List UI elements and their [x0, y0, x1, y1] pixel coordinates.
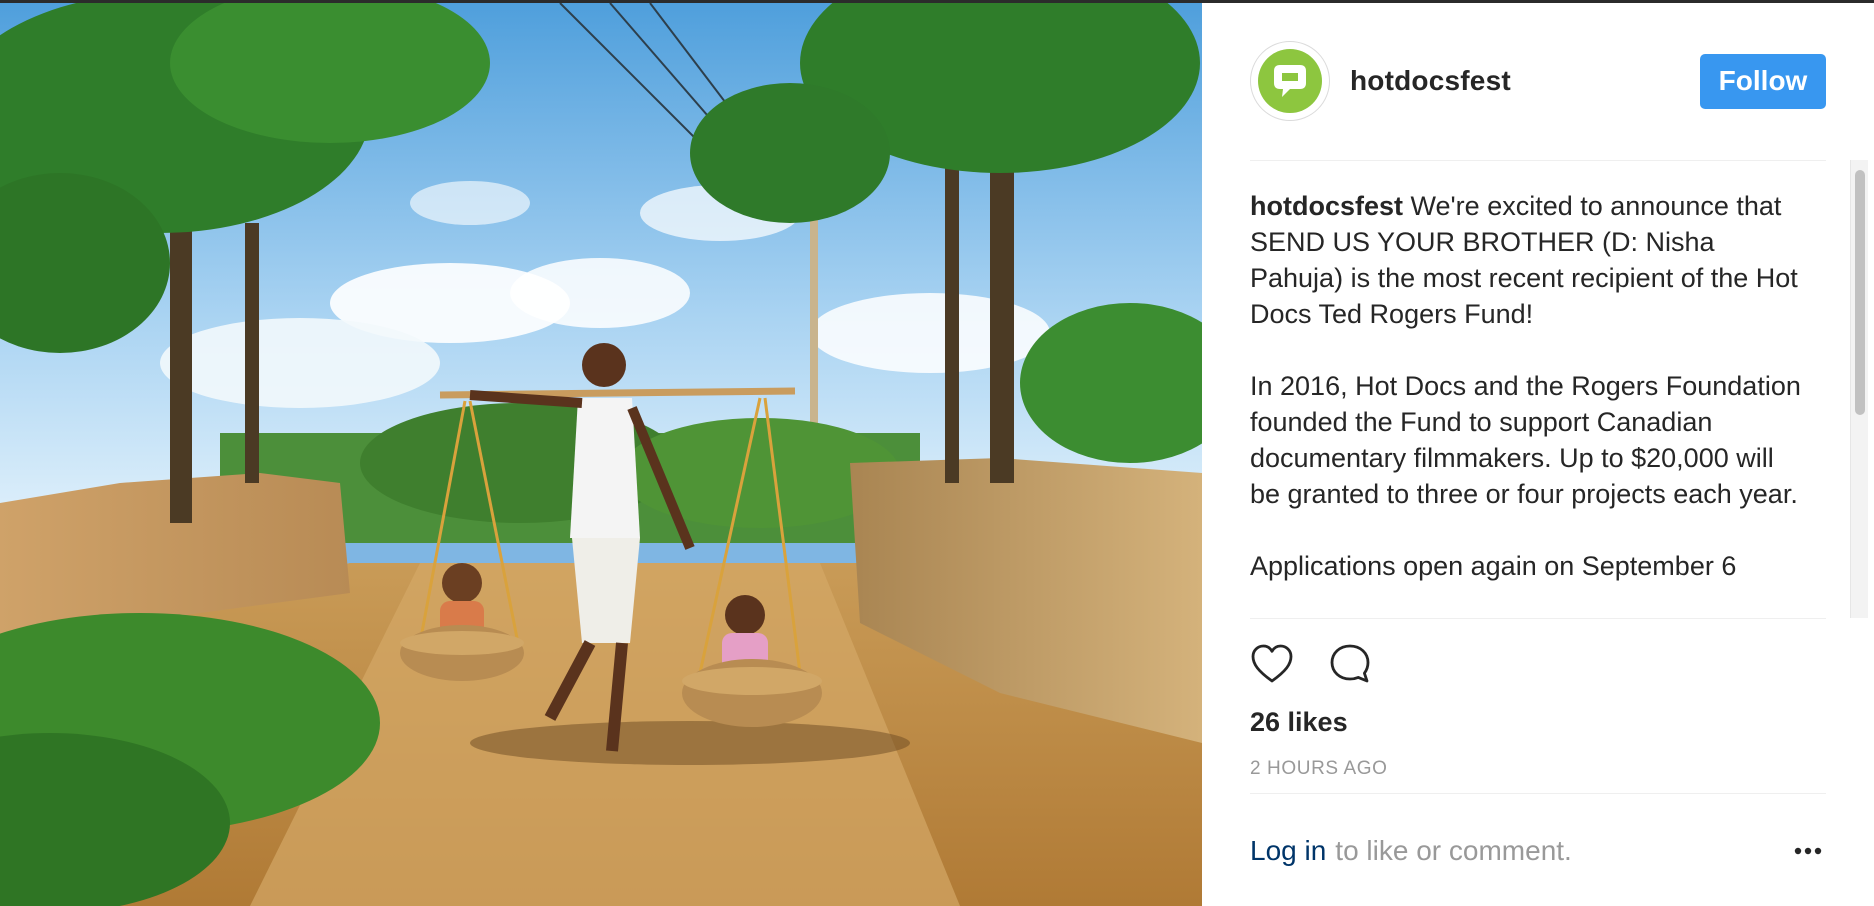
post-photo-illustration	[0, 3, 1202, 906]
post-photo[interactable]	[0, 3, 1202, 906]
post-caption: hotdocsfest We're excited to announce th…	[1250, 188, 1802, 584]
footer-divider	[1250, 793, 1826, 794]
comments-scrollbar[interactable]	[1850, 160, 1868, 618]
login-link[interactable]: Log in	[1250, 835, 1326, 867]
post-header: hotdocsfest Follow	[1250, 41, 1826, 121]
post-details-panel: hotdocsfest Follow hotdocsfest We're exc…	[1202, 3, 1874, 906]
caption-divider	[1250, 618, 1826, 619]
post-modal: hotdocsfest Follow hotdocsfest We're exc…	[0, 3, 1874, 906]
login-prompt-text: to like or comment.	[1335, 835, 1572, 866]
login-prompt: Log in to like or comment.	[1250, 831, 1826, 871]
heart-icon[interactable]	[1248, 640, 1296, 688]
comments-section[interactable]: hotdocsfest We're excited to announce th…	[1250, 188, 1802, 618]
avatar[interactable]	[1250, 41, 1330, 121]
likes-count[interactable]: 26 likes	[1250, 707, 1348, 738]
follow-button[interactable]: Follow	[1700, 53, 1826, 109]
post-timestamp[interactable]: 2 HOURS AGO	[1250, 758, 1388, 780]
post-actions	[1248, 640, 1374, 688]
caption-username[interactable]: hotdocsfest	[1250, 191, 1403, 221]
speech-bubble-logo-icon	[1258, 49, 1322, 113]
header-divider	[1250, 160, 1826, 161]
scrollbar-thumb[interactable]	[1855, 170, 1865, 415]
comment-icon[interactable]	[1326, 640, 1374, 688]
post-author-username[interactable]: hotdocsfest	[1350, 65, 1511, 97]
caption-text: We're excited to announce that SEND US Y…	[1250, 191, 1801, 581]
more-options-icon[interactable]	[1790, 833, 1826, 869]
